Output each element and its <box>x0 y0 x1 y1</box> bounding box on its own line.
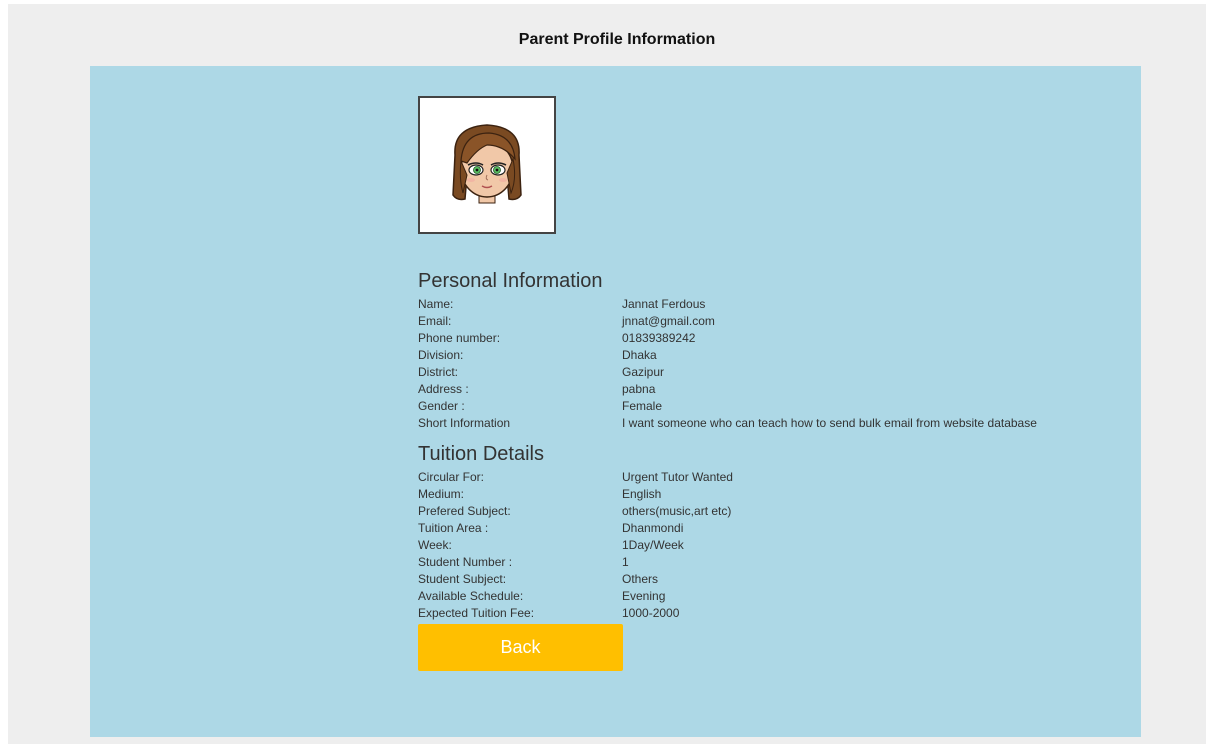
info-label: Phone number: <box>418 331 501 345</box>
info-value: I want someone who can teach how to send… <box>622 416 1037 430</box>
info-row-division: Division: Dhaka <box>418 347 1118 364</box>
info-value: Dhanmondi <box>622 521 684 535</box>
info-label: Expected Tuition Fee: <box>418 606 535 620</box>
info-row-phone: Phone number: 01839389242 <box>418 330 1118 347</box>
info-row-expected-tuition-fee: Expected Tuition Fee: 1000-2000 <box>418 605 1118 622</box>
page-container: Parent Profile Information Personal Info… <box>8 4 1206 744</box>
info-label: Gender : <box>418 399 465 413</box>
info-row-district: District: Gazipur <box>418 364 1118 381</box>
info-label: Name: <box>418 297 454 311</box>
info-row-student-subject: Student Subject: Others <box>418 571 1118 588</box>
info-row-email: Email: jnnat@gmail.com <box>418 313 1118 330</box>
info-value: 1000-2000 <box>622 606 680 620</box>
info-label: Prefered Subject: <box>418 504 511 518</box>
info-label: Tuition Area : <box>418 521 489 535</box>
info-row-prefered-subject: Prefered Subject: others(music,art etc) <box>418 503 1118 520</box>
profile-content: Personal Information Name: Jannat Ferdou… <box>418 96 1118 671</box>
info-value: others(music,art etc) <box>622 504 732 518</box>
tuition-details-list: Circular For: Urgent Tutor Wanted Medium… <box>418 469 1118 622</box>
info-value: pabna <box>622 382 656 396</box>
info-value: 1 <box>622 555 629 569</box>
personal-info-heading: Personal Information <box>418 270 603 292</box>
info-value: jnnat@gmail.com <box>622 314 715 328</box>
info-value: Others <box>622 572 659 586</box>
info-value: English <box>622 487 662 501</box>
back-button[interactable]: Back <box>418 624 623 671</box>
info-label: Week: <box>418 538 452 552</box>
info-label: District: <box>418 365 458 379</box>
info-label: Available Schedule: <box>418 589 524 603</box>
info-value: Dhaka <box>622 348 657 362</box>
info-label: Medium: <box>418 487 465 501</box>
personal-info-list: Name: Jannat Ferdous Email: jnnat@gmail.… <box>418 296 1118 432</box>
info-label: Short Information <box>418 416 511 430</box>
info-row-week: Week: 1Day/Week <box>418 537 1118 554</box>
girl-avatar-icon <box>452 124 522 204</box>
info-row-address: Address : pabna <box>418 381 1118 398</box>
info-label: Student Number : <box>418 555 513 569</box>
info-value: Female <box>622 399 663 413</box>
info-value: Evening <box>622 589 666 603</box>
info-row-medium: Medium: English <box>418 486 1118 503</box>
avatar <box>418 96 556 234</box>
info-value: 01839389242 <box>622 331 696 345</box>
info-value: Urgent Tutor Wanted <box>622 470 733 484</box>
info-row-circular-for: Circular For: Urgent Tutor Wanted <box>418 469 1118 486</box>
info-label: Division: <box>418 348 464 362</box>
info-value: 1Day/Week <box>622 538 684 552</box>
info-row-name: Name: Jannat Ferdous <box>418 296 1118 313</box>
info-row-tuition-area: Tuition Area : Dhanmondi <box>418 520 1118 537</box>
info-label: Student Subject: <box>418 572 507 586</box>
info-row-student-number: Student Number : 1 <box>418 554 1118 571</box>
tuition-details-heading: Tuition Details <box>418 443 544 465</box>
profile-panel: Personal Information Name: Jannat Ferdou… <box>90 66 1141 737</box>
info-row-short-information: Short Information I want someone who can… <box>418 415 1118 432</box>
info-value: Jannat Ferdous <box>622 297 706 311</box>
page-title: Parent Profile Information <box>518 31 716 48</box>
info-label: Circular For: <box>418 470 485 484</box>
info-row-gender: Gender : Female <box>418 398 1118 415</box>
info-row-available-schedule: Available Schedule: Evening <box>418 588 1118 605</box>
info-label: Email: <box>418 314 452 328</box>
info-value: Gazipur <box>622 365 665 379</box>
info-label: Address : <box>418 382 469 396</box>
